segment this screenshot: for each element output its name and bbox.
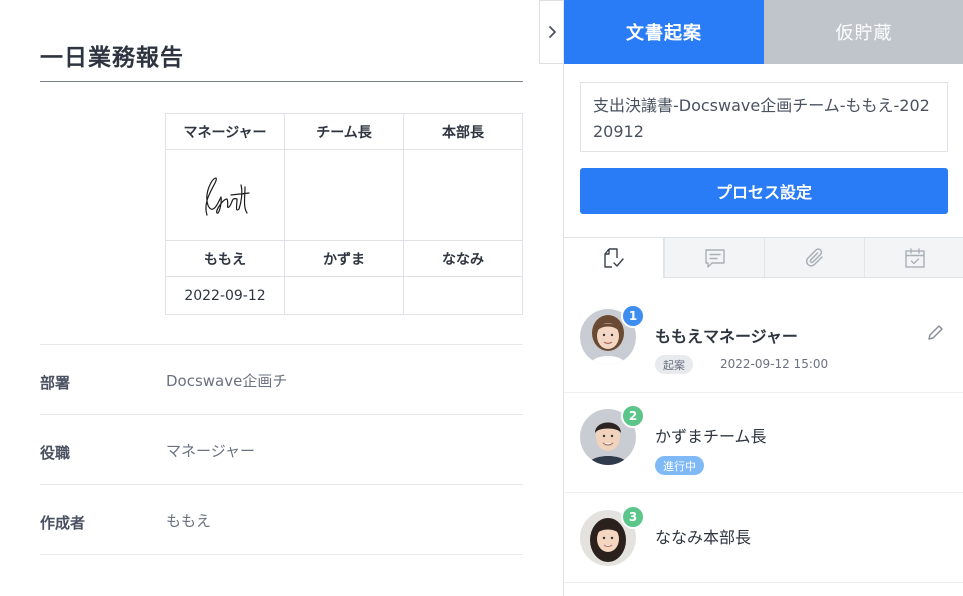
paperclip-icon <box>805 247 823 267</box>
field-row-position: 役職 マネージャー <box>40 414 523 484</box>
panel-icon-tabs <box>564 237 963 278</box>
chevron-right-icon <box>549 26 556 38</box>
approval-order: 2 <box>628 409 638 423</box>
field-label: 作成者 <box>40 514 86 532</box>
signature-cell-team-lead <box>284 149 404 241</box>
edit-button[interactable] <box>926 322 946 346</box>
approval-order-badge: 3 <box>621 505 645 529</box>
approver-name: ももえマネージャー <box>655 327 798 346</box>
approval-header-division-head: 本部長 <box>403 113 523 150</box>
approval-order: 3 <box>628 510 638 524</box>
panel-collapse-button[interactable] <box>539 0 564 64</box>
approver-name: かずまチーム長 <box>655 427 767 446</box>
field-value: マネージャー <box>166 442 255 460</box>
side-panel: 文書起案 仮貯蔵 支出決議書-Docswave企画チーム-ももえ-2022091… <box>563 0 963 596</box>
field-row-author: 作成者 ももえ <box>40 484 523 554</box>
field-value: ももえ <box>166 512 212 530</box>
field-label: 部署 <box>40 374 71 392</box>
approval-table: マネージャー チーム長 本部長 ももえ かずま ななみ 2022-09-12 <box>165 113 523 315</box>
status-badge: 起案 <box>655 355 693 374</box>
calendar-check-icon <box>904 247 925 268</box>
field-row-department: 部署 Docswave企画チ <box>40 344 523 414</box>
field-label: 役職 <box>40 444 71 462</box>
approval-order-badge: 1 <box>621 304 645 328</box>
approval-header-manager: マネージャー <box>165 113 285 150</box>
approver-name-division-head: ななみ <box>403 240 523 277</box>
title-divider <box>40 81 523 82</box>
process-settings-button[interactable]: プロセス設定 <box>580 168 948 214</box>
approval-order-badge: 2 <box>621 404 645 428</box>
document-area: 一日業務報告 マネージャー チーム長 本部長 ももえ かずま ななみ 2022-… <box>0 0 540 596</box>
field-value: Docswave企画チ <box>166 372 288 390</box>
pencil-icon <box>928 325 943 340</box>
tab-document-draft[interactable]: 文書起案 <box>564 0 764 64</box>
approver-item[interactable]: 1 ももえマネージャー 起案 2022-09-12 15:00 <box>564 293 963 393</box>
approver-item[interactable]: 2 かずまチーム長 進行中 <box>564 393 963 493</box>
status-badge: 進行中 <box>655 456 704 475</box>
tab-attachments[interactable] <box>764 238 864 278</box>
document-name-field[interactable]: 支出決議書-Docswave企画チーム-ももえ-20220912 <box>580 82 948 152</box>
tab-schedule[interactable] <box>864 238 963 278</box>
field-divider <box>40 554 523 555</box>
approval-date-manager: 2022-09-12 <box>165 276 285 315</box>
tab-comments[interactable] <box>664 238 764 278</box>
approver-item[interactable]: 3 ななみ本部長 <box>564 493 963 583</box>
signature-cell-division-head <box>403 149 523 241</box>
comment-icon <box>704 248 725 268</box>
approval-timestamp: 2022-09-12 15:00 <box>720 357 829 371</box>
signature-cell-manager <box>165 149 285 241</box>
tab-temporary-save[interactable]: 仮貯蔵 <box>764 0 963 64</box>
approval-date-division-head <box>403 276 523 315</box>
approval-order: 1 <box>628 309 638 323</box>
approver-name-team-lead: かずま <box>284 240 404 277</box>
document-check-icon <box>603 248 624 268</box>
approval-header-team-lead: チーム長 <box>284 113 404 150</box>
tab-approval-line[interactable] <box>564 238 664 278</box>
page-title: 一日業務報告 <box>40 45 184 71</box>
approver-name: ななみ本部長 <box>655 528 752 547</box>
approver-name-manager: ももえ <box>165 240 285 277</box>
approval-date-team-lead <box>284 276 404 315</box>
signature-image <box>205 177 250 216</box>
